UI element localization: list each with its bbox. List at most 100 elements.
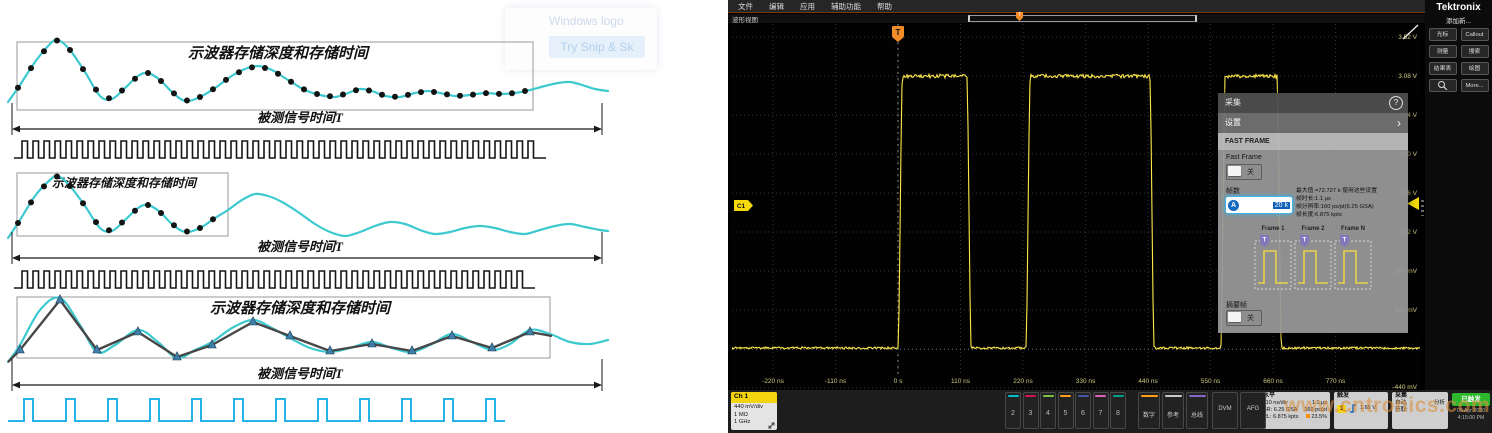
arrowhead-right xyxy=(594,255,602,262)
frame-pulse xyxy=(1258,251,1288,283)
sample-dot xyxy=(288,79,294,85)
sidebar-button-5[interactable]: 绘图 xyxy=(1461,62,1489,75)
channel-2-button[interactable]: 2 xyxy=(1005,392,1021,429)
arrowhead-right xyxy=(594,382,602,389)
feature-button-数字[interactable]: 数字 xyxy=(1138,392,1160,429)
fast-frame-state: 关 xyxy=(1247,167,1254,177)
settings-row[interactable]: 设置 › xyxy=(1218,113,1408,133)
frame-item-2: Frame 2T xyxy=(1294,226,1332,291)
fast-frame-section-header: FAST FRAME xyxy=(1218,133,1408,150)
channel-3-button[interactable]: 3 xyxy=(1023,392,1039,429)
frame-count-input[interactable]: A 20 k xyxy=(1225,196,1293,214)
summary-frame-toggle[interactable]: 关 xyxy=(1226,310,1262,326)
dialog-title: 采集 xyxy=(1225,98,1241,107)
channel-7-button[interactable]: 7 xyxy=(1093,392,1109,429)
x-axis-label: 110 ns xyxy=(951,378,971,385)
acquisition-dialog: 采集 ? 设置 › FAST FRAME Fast Frame 关 帧数 xyxy=(1218,93,1408,333)
sample-dot xyxy=(327,93,333,99)
menu-item-1[interactable]: 编辑 xyxy=(769,1,784,12)
feature-button-DVM[interactable]: DVM xyxy=(1212,392,1238,429)
frame-count-label: 帧数 xyxy=(1226,186,1240,196)
diagram-panel-3: 示波器存储深度和存储时间被测信号时间T xyxy=(8,295,608,421)
info-line-max: 最大值 =72.727 k 使用这些设置 xyxy=(1296,187,1404,195)
x-axis-label: 660 ns xyxy=(1263,378,1283,385)
feature-button-参考[interactable]: 参考 xyxy=(1162,392,1184,429)
channel-color-stripe xyxy=(1008,395,1019,397)
frame-count-value: 20 k xyxy=(1273,202,1290,209)
fast-frame-label: Fast Frame xyxy=(1226,154,1262,161)
channel-number: 3 xyxy=(1024,410,1038,417)
sidebar-button-3[interactable]: 搜索 xyxy=(1461,45,1489,58)
sample-dot xyxy=(158,210,164,216)
svg-text:T: T xyxy=(896,28,901,37)
x-axis-label: 220 ns xyxy=(1013,378,1033,385)
sample-dot xyxy=(41,183,47,189)
sample-dot xyxy=(366,88,372,94)
fast-frame-toggle[interactable]: 关 xyxy=(1226,164,1262,180)
summary-frame-label: 摘要帧 xyxy=(1226,300,1247,310)
x-axis-label: 770 ns xyxy=(1326,378,1346,385)
channel-color-stripe xyxy=(1025,395,1036,397)
svg-text:T: T xyxy=(1343,238,1347,244)
sidebar-button-2[interactable]: 测量 xyxy=(1429,45,1457,58)
waveform-display: -220 ns-110 ns0 s110 ns220 ns330 ns440 n… xyxy=(732,24,1420,390)
arrowhead-right xyxy=(594,126,602,133)
zoom-search-icon xyxy=(1437,80,1449,90)
menu-item-3[interactable]: 辅助功能 xyxy=(831,1,861,12)
sidebar-button-grid: 光标 Callout 测量搜索结果表绘图 More... xyxy=(1425,28,1492,92)
sampling-clock-dense xyxy=(14,271,535,288)
screenshot: Windows logo Try Snip & Sk 示波器存储深度和存储时间被… xyxy=(0,0,1492,433)
sample-dot xyxy=(431,89,437,95)
channel-number: 7 xyxy=(1094,410,1108,417)
sidebar-button-1[interactable]: Callout xyxy=(1461,28,1489,41)
sample-dot xyxy=(379,92,385,98)
settings-label: 设置 xyxy=(1225,118,1241,127)
sample-dot xyxy=(184,229,190,235)
channel-color-stripe xyxy=(1113,395,1124,397)
record-view-bar[interactable] xyxy=(968,15,1197,22)
arrowhead-left xyxy=(12,126,20,133)
frame-pulse-canvas: T xyxy=(1294,235,1332,291)
frame-diagram: Frame 1TFrame 2TFrame NT xyxy=(1254,226,1372,291)
channel-4-button[interactable]: 4 xyxy=(1040,392,1056,429)
x-axis-label: -220 ns xyxy=(762,378,784,385)
menu-item-0[interactable]: 文件 xyxy=(738,1,753,12)
x-axis-label: 550 ns xyxy=(1201,378,1221,385)
channel-1-scale: 440 mV/div xyxy=(734,404,774,412)
drag-handle[interactable] xyxy=(1421,200,1424,216)
sample-dot xyxy=(236,69,242,75)
sample-dot xyxy=(171,90,177,96)
help-icon[interactable]: ? xyxy=(1389,96,1403,110)
sidebar-button-zoom-search[interactable] xyxy=(1429,79,1457,92)
feature-color-stripe xyxy=(1165,395,1182,397)
arrowhead-left xyxy=(12,382,20,389)
channel-1-badge[interactable]: Ch 1 440 mV/div 1 MΩ 1 GHz xyxy=(731,392,777,430)
channel-color-stripe xyxy=(1095,395,1106,397)
x-axis-label: -110 ns xyxy=(825,378,847,385)
sample-dot xyxy=(15,220,21,226)
info-line-duration: 帧时长:1.1 μs xyxy=(1296,195,1404,203)
time-span-label: 被测信号时间T xyxy=(257,366,344,381)
feature-color-stripe xyxy=(1141,395,1158,397)
sample-dot xyxy=(93,87,99,93)
sampling-clock-dense xyxy=(14,141,546,158)
sidebar-button-4[interactable]: 结果表 xyxy=(1429,62,1457,75)
waveform-view-tab[interactable]: 波形视图 xyxy=(732,14,758,24)
sample-dot xyxy=(340,92,346,98)
arrowhead-left xyxy=(12,255,20,262)
channel-5-button[interactable]: 5 xyxy=(1058,392,1074,429)
right-sidebar: Tektronix 添加新... 光标Callout测量搜索结果表绘图More.… xyxy=(1425,0,1492,390)
menu-item-4[interactable]: 帮助 xyxy=(877,1,892,12)
sample-dot xyxy=(444,91,450,97)
svg-text:C1: C1 xyxy=(737,203,746,210)
sample-dot xyxy=(41,48,47,54)
sidebar-button-7[interactable]: More... xyxy=(1461,79,1489,92)
channel-8-button[interactable]: 8 xyxy=(1110,392,1126,429)
menu-item-2[interactable]: 应用 xyxy=(800,1,815,12)
channel-number: 5 xyxy=(1059,410,1073,417)
channel-6-button[interactable]: 6 xyxy=(1075,392,1091,429)
feature-button-总线[interactable]: 总线 xyxy=(1186,392,1208,429)
feature-button-AFG[interactable]: AFG xyxy=(1240,392,1266,429)
sidebar-button-0[interactable]: 光标 xyxy=(1429,28,1457,41)
info-line-length: 帧长度:6.875 kpts xyxy=(1296,211,1404,219)
